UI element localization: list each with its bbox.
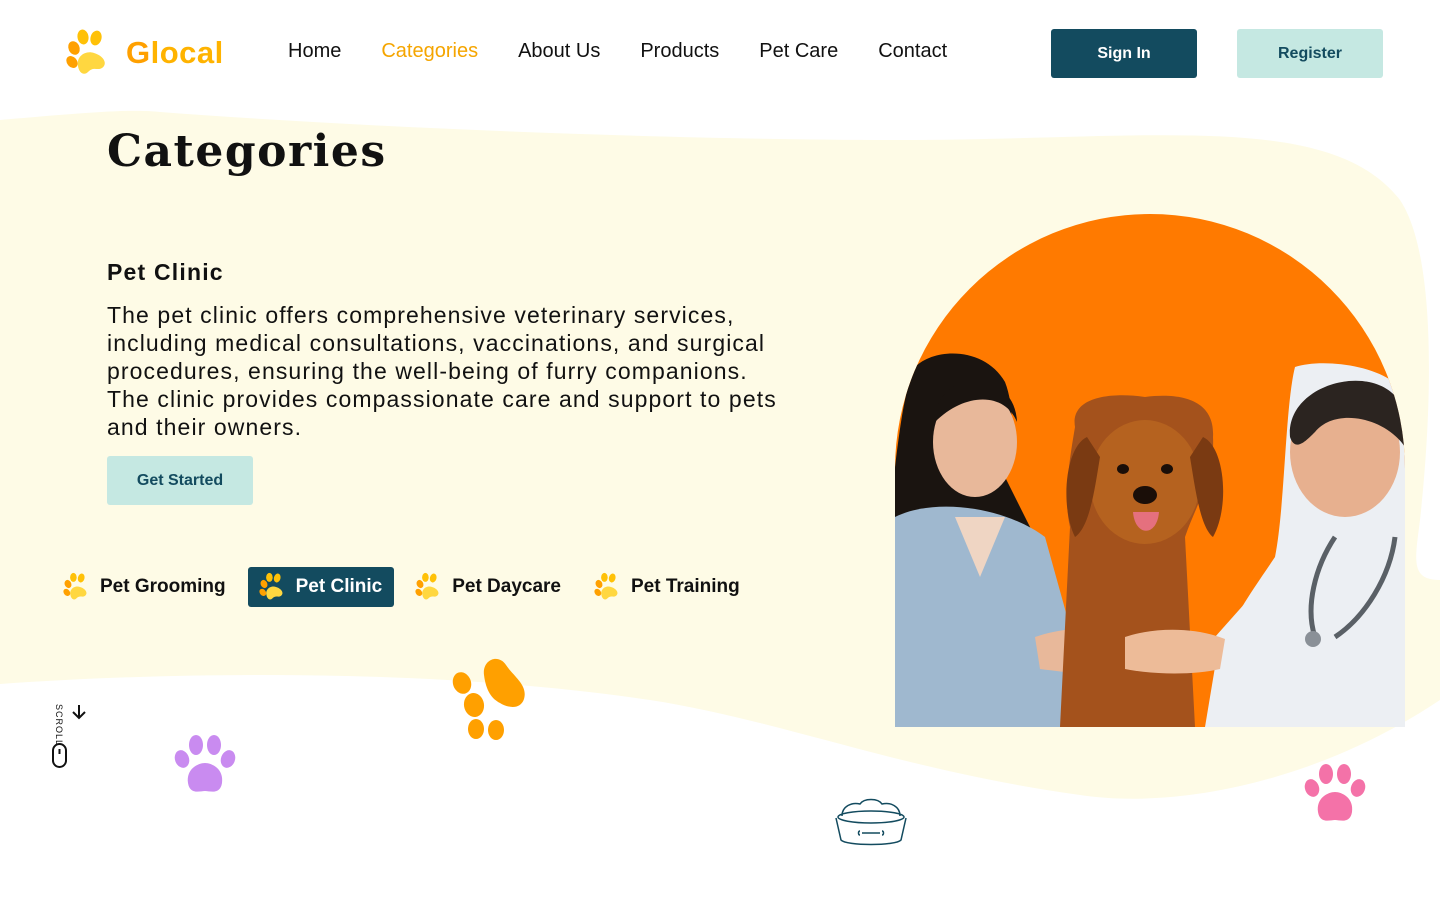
paw-icon [66, 29, 105, 74]
category-tabs: Pet Grooming Pet Clinic Pet Daycare Pet … [52, 567, 762, 607]
paw-icon [63, 572, 87, 600]
tab-label: Pet Training [631, 576, 740, 597]
main-nav: Home Categories About Us Products Pet Ca… [288, 40, 987, 63]
tab-label: Pet Daycare [452, 576, 561, 597]
scroll-label: SCROLL [54, 704, 64, 747]
nav-item-pet-care[interactable]: Pet Care [759, 40, 838, 63]
tab-pet-daycare[interactable]: Pet Daycare [404, 567, 573, 607]
paw-icon [415, 572, 439, 600]
nav-item-categories[interactable]: Categories [381, 40, 478, 63]
get-started-button[interactable]: Get Started [107, 456, 253, 505]
paw-icon-purple [174, 735, 236, 792]
sign-in-button[interactable]: Sign In [1051, 29, 1197, 78]
tab-pet-clinic[interactable]: Pet Clinic [247, 567, 395, 607]
hero-image [895, 214, 1405, 727]
paw-icon-orange [452, 658, 525, 740]
logo[interactable]: Glocal [64, 28, 224, 78]
tab-label: Pet Clinic [295, 576, 383, 597]
nav-item-home[interactable]: Home [288, 40, 341, 63]
nav-item-contact[interactable]: Contact [878, 40, 947, 63]
tab-pet-grooming[interactable]: Pet Grooming [52, 567, 238, 607]
tab-label: Pet Grooming [100, 576, 226, 597]
arrow-down-icon [72, 705, 86, 720]
page-title: Categories [107, 126, 387, 177]
section-description: The pet clinic offers comprehensive vete… [107, 302, 777, 440]
mouse-icon [52, 743, 67, 768]
nav-item-about-us[interactable]: About Us [518, 40, 600, 63]
brand-name: Glocal [126, 35, 224, 70]
tab-pet-training[interactable]: Pet Training [583, 567, 752, 607]
nav-item-products[interactable]: Products [640, 40, 719, 63]
register-button[interactable]: Register [1237, 29, 1383, 78]
section-title: Pet Clinic [107, 259, 224, 285]
pet-bowl-icon [835, 798, 907, 846]
paw-icon [594, 572, 618, 600]
paw-icon-pink [1304, 764, 1366, 821]
paw-icon [259, 572, 283, 600]
